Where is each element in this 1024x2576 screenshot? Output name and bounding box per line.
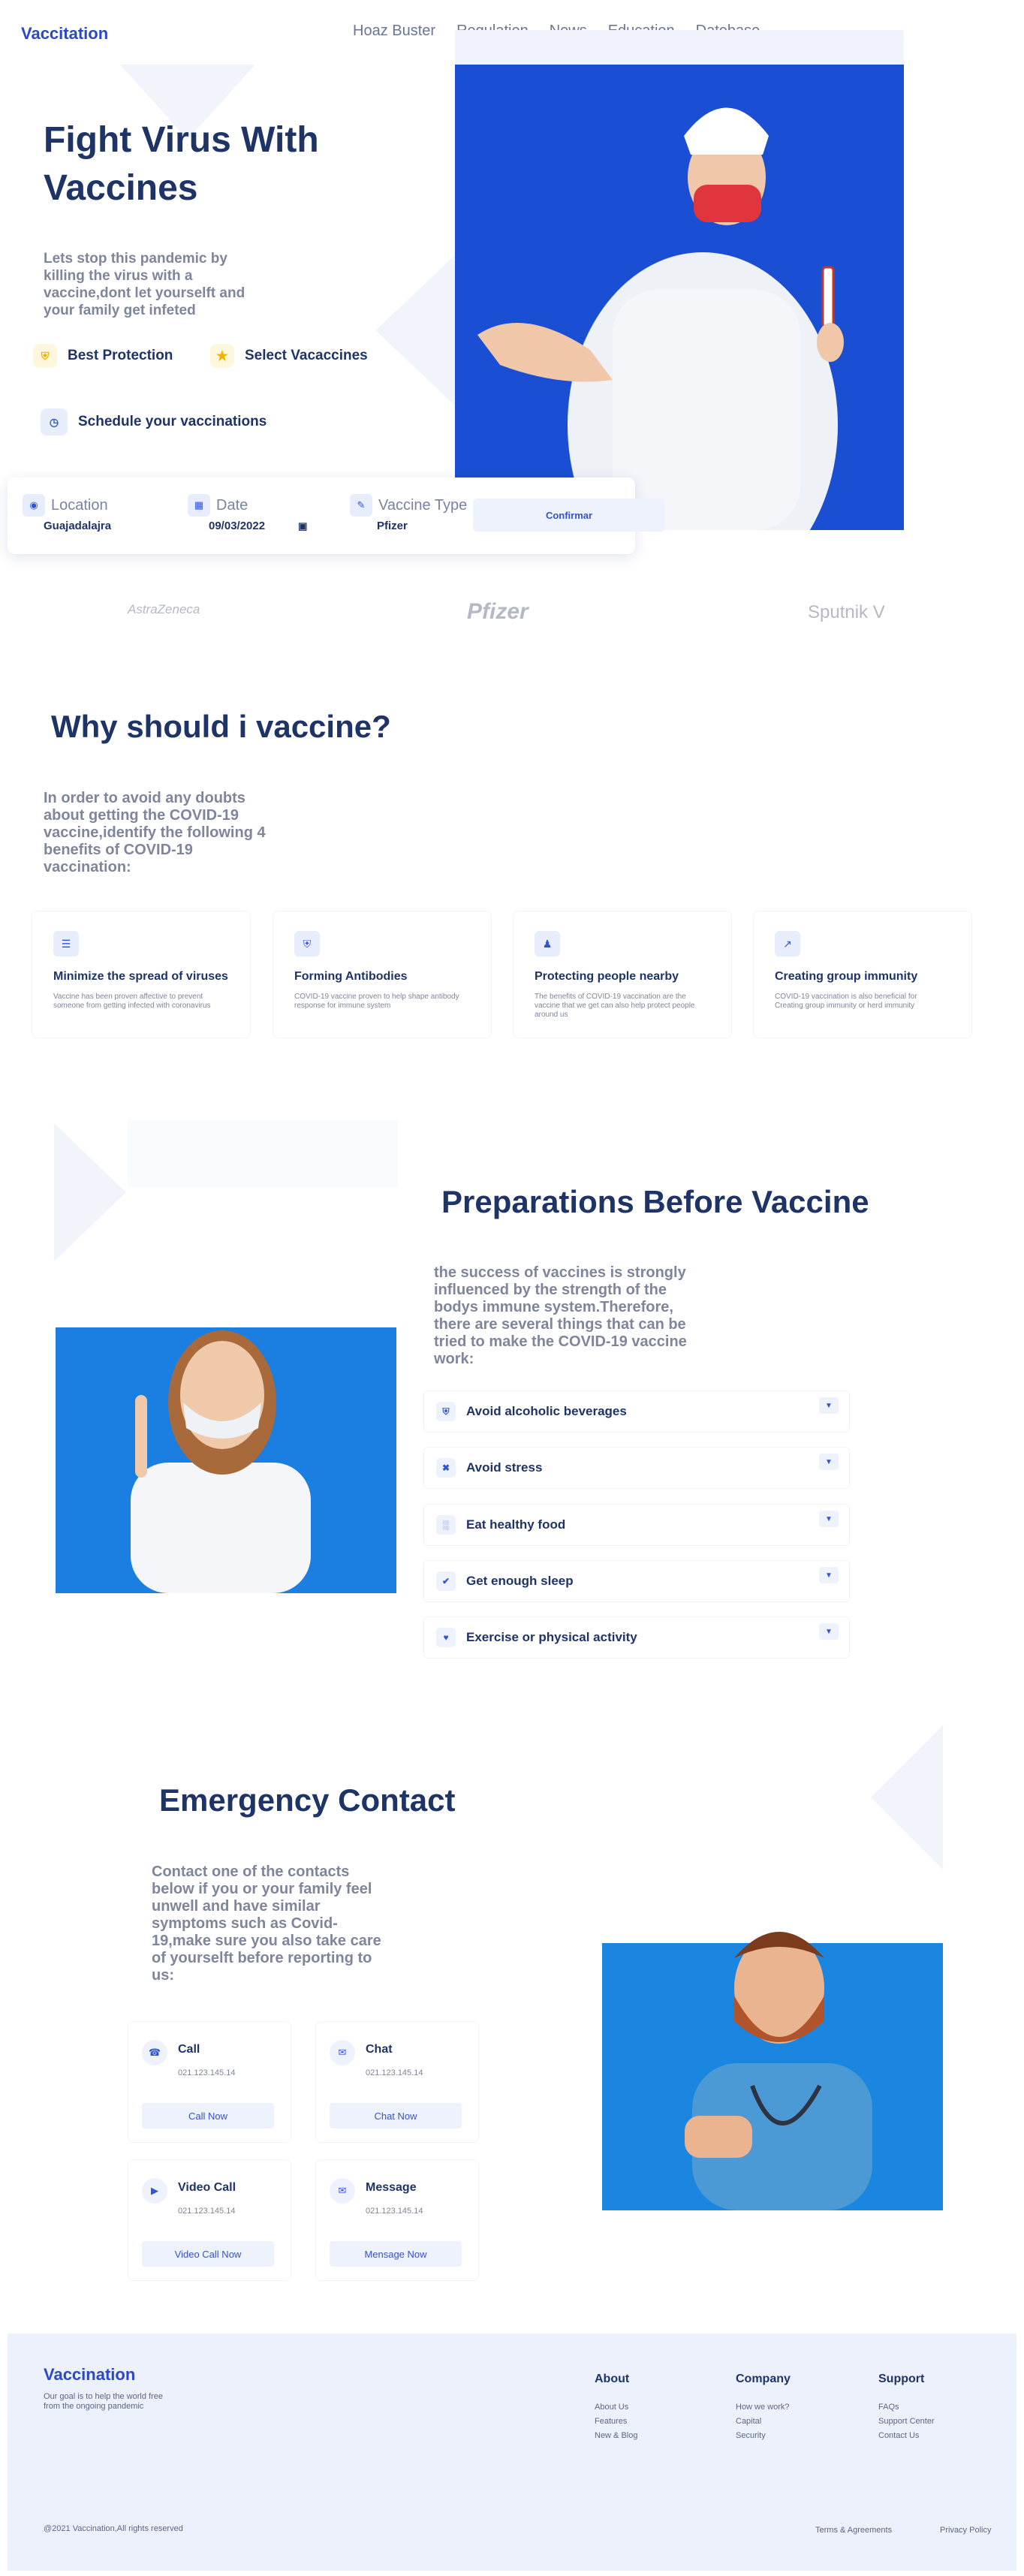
- footer-link[interactable]: New & Blog: [595, 2431, 637, 2441]
- map-pin-icon: ◉: [23, 494, 45, 517]
- hero-title: Fight Virus With Vaccines: [44, 120, 319, 208]
- contact-card-video-call: ▶ Video Call 021.123.145.14 Video Call No…: [128, 2159, 291, 2281]
- decor-triangle: [54, 1123, 126, 1261]
- footer-link[interactable]: Security: [736, 2431, 791, 2441]
- calendar-icon: ▦: [188, 494, 210, 517]
- select-vaccines-chip: ★ Select Vacaccines: [210, 344, 368, 368]
- star-icon: ★: [210, 344, 234, 368]
- chat-bubble-icon: ✉: [330, 2040, 355, 2065]
- pencil-icon: ✎: [350, 494, 372, 517]
- envelope-icon: ✉: [330, 2178, 355, 2204]
- privacy-link[interactable]: Privacy Policy: [940, 2526, 991, 2535]
- footer-link[interactable]: Features: [595, 2417, 637, 2427]
- accordion-item[interactable]: ░ Eat healthy food ▼: [423, 1504, 850, 1546]
- decor-triangle: [375, 255, 455, 405]
- copyright-text: @2021 Vaccination,All rights reserved: [44, 2524, 183, 2533]
- confirm-button[interactable]: Confirmar: [473, 499, 665, 532]
- accordion-item[interactable]: ✖ Avoid stress ▼: [423, 1447, 850, 1489]
- clock-icon: ◷: [41, 408, 68, 435]
- date-value: 09/03/2022: [209, 520, 266, 532]
- chart-icon: ↗: [775, 931, 800, 957]
- emergency-title: Emergency Contact: [159, 1782, 456, 1818]
- sliders-icon: ☰: [53, 931, 79, 957]
- footer-link[interactable]: FAQs: [878, 2403, 935, 2412]
- footer-link[interactable]: Support Center: [878, 2417, 935, 2427]
- date-field[interactable]: ▦ Date 09/03/2022 ▣: [188, 494, 307, 532]
- call-now-button[interactable]: Call Now: [142, 2103, 274, 2129]
- location-field[interactable]: ◉ Location Guajadalajra: [23, 494, 111, 532]
- footer-link[interactable]: How we work?: [736, 2403, 791, 2412]
- emergency-doctor-image: [602, 1932, 943, 2210]
- people-icon: ♟: [535, 931, 560, 957]
- contact-card-call: ☎ Call 021.123.145.14 Call Now: [128, 2021, 291, 2143]
- message-now-button[interactable]: Mensage Now: [330, 2241, 462, 2267]
- astrazeneca-logo: AstraZeneca: [128, 602, 200, 616]
- terms-link[interactable]: Terms & Agreements: [815, 2526, 892, 2535]
- footer-link[interactable]: About Us: [595, 2403, 637, 2412]
- vaccine-type-value: Pfizer: [377, 520, 408, 532]
- vaccine-type-field[interactable]: ✎ Vaccine Type Pfizer: [350, 494, 467, 532]
- preparations-title: Preparations Before Vaccine: [441, 1184, 869, 1219]
- footer-about-column: About About Us Features New & Blog: [595, 2373, 638, 2441]
- shield-icon: ⛨: [33, 344, 57, 368]
- chevron-down-icon[interactable]: ▼: [819, 1623, 839, 1640]
- footer-brand[interactable]: Vaccination: [44, 2365, 135, 2385]
- schedule-vaccinations-link[interactable]: ◷ Schedule your vaccinations: [41, 408, 267, 435]
- accordion-item[interactable]: ✔ Get enough sleep ▼: [423, 1560, 850, 1602]
- brand-logo[interactable]: Vaccitation: [21, 24, 108, 44]
- hero-doctor-image: [455, 65, 904, 530]
- calendar-picker-icon[interactable]: ▣: [298, 520, 307, 532]
- phone-icon: ☎: [142, 2040, 167, 2065]
- why-vaccine-text: In order to avoid any doubts about getti…: [44, 790, 266, 875]
- prep-woman-image: [56, 1327, 396, 1593]
- nav-item-hoaz-buster[interactable]: Hoaz Buster: [353, 23, 435, 40]
- footer-support-column: Support FAQs Support Center Contact Us: [878, 2373, 935, 2441]
- video-camera-icon: ▶: [142, 2178, 167, 2204]
- shield-icon: ⛨: [436, 1402, 456, 1421]
- why-vaccine-title: Why should i vaccine?: [51, 709, 391, 744]
- contact-card-chat: ✉ Chat 021.123.145.14 Chat Now: [315, 2021, 479, 2143]
- chevron-down-icon[interactable]: ▼: [819, 1511, 839, 1527]
- decor-band: [128, 1120, 398, 1188]
- best-protection-chip: ⛨ Best Protection: [33, 344, 173, 368]
- bar-chart-icon: ░: [436, 1515, 456, 1535]
- footer-link[interactable]: Contact Us: [878, 2431, 935, 2441]
- benefit-card: ♟ Protecting people nearby The benefits …: [513, 911, 732, 1038]
- hero-image-backdrop: [455, 30, 904, 66]
- footer-tagline: Our goal is to help the world free from …: [44, 2392, 163, 2411]
- checkbox-icon: ✔: [436, 1571, 456, 1591]
- benefit-card: ☰ Minimize the spread of viruses Vaccine…: [32, 911, 251, 1038]
- shield-icon: ⛨: [294, 931, 320, 957]
- preparations-text: the success of vaccines is strongly infl…: [434, 1264, 687, 1367]
- chevron-down-icon[interactable]: ▼: [819, 1397, 839, 1414]
- contact-card-message: ✉ Message 021.123.145.14 Mensage Now: [315, 2159, 479, 2281]
- heart-icon: ♥: [436, 1628, 456, 1647]
- accordion-item[interactable]: ♥ Exercise or physical activity ▼: [423, 1616, 850, 1659]
- video-call-now-button[interactable]: Video Call Now: [142, 2241, 274, 2267]
- vaccine-booking-bar: ◉ Location Guajadalajra ▦ Date 09/03/2022 ▣…: [8, 478, 665, 554]
- pfizer-logo: Pfizer: [467, 599, 529, 624]
- chevron-down-icon[interactable]: ▼: [819, 1567, 839, 1583]
- location-value: Guajadalajra: [44, 520, 112, 532]
- benefit-card: ⛨ Forming Antibodies COVID-19 vaccine pr…: [273, 911, 492, 1038]
- benefit-card: ↗ Creating group immunity COVID-19 vacci…: [753, 911, 972, 1038]
- footer-company-column: Company How we work? Capital Security: [736, 2373, 791, 2441]
- close-box-icon: ✖: [436, 1458, 456, 1478]
- site-footer: Vaccination Our goal is to help the worl…: [8, 2333, 1016, 2571]
- chevron-down-icon[interactable]: ▼: [819, 1454, 839, 1470]
- decor-triangle: [871, 1725, 943, 1869]
- hero-subtitle: Lets stop this pandemic by killing the v…: [44, 251, 245, 318]
- footer-link[interactable]: Capital: [736, 2417, 791, 2427]
- accordion-item[interactable]: ⛨ Avoid alcoholic beverages ▼: [423, 1390, 850, 1433]
- emergency-text: Contact one of the contacts below if you…: [152, 1863, 381, 1984]
- sputnik-v-logo: Sputnik V: [808, 602, 885, 622]
- chat-now-button[interactable]: Chat Now: [330, 2103, 462, 2129]
